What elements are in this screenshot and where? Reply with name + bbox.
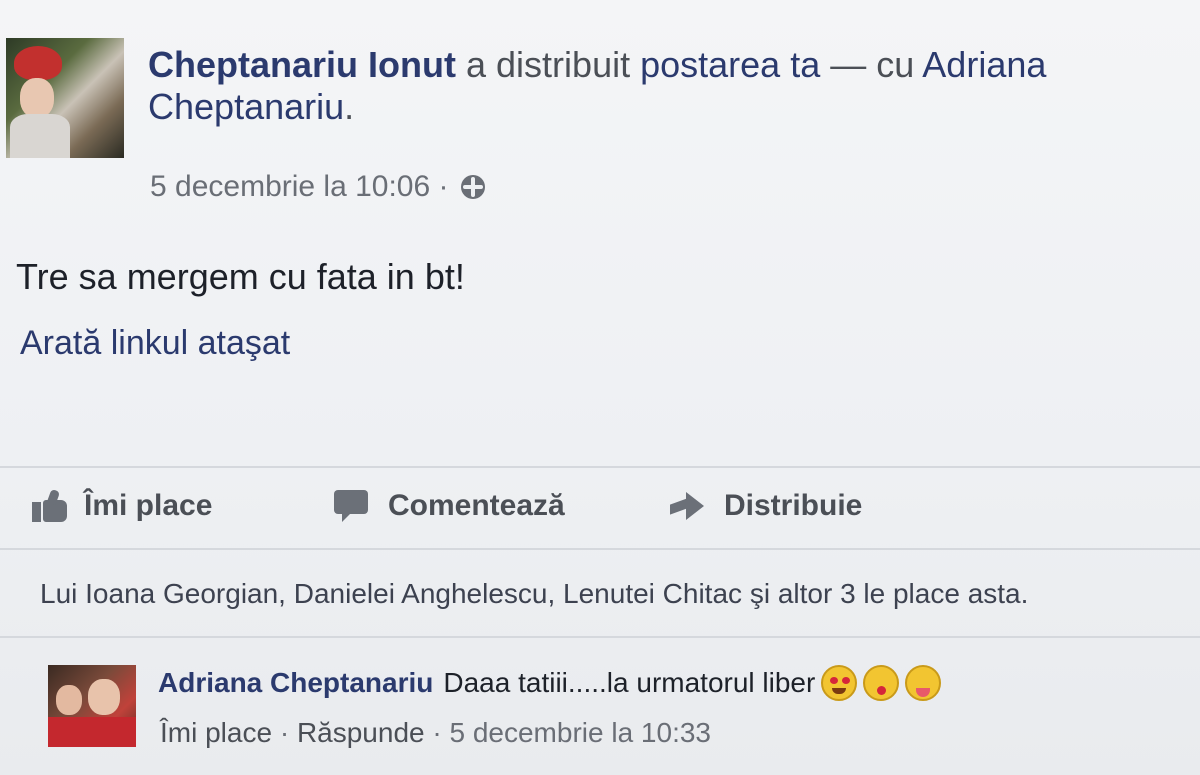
period: . — [344, 86, 355, 127]
post-timestamp[interactable]: 5 decembrie la 10:06 — [150, 170, 430, 203]
share-button[interactable]: Distribuie — [668, 489, 862, 523]
action-text: a distribuit — [466, 44, 631, 85]
divider — [0, 548, 1200, 550]
comment-meta: Îmi place · Răspunde · 5 decembrie la 10… — [160, 717, 711, 749]
post-meta: 5 decembrie la 10:06 · — [150, 170, 485, 204]
comment-item: Adriana Cheptanariu Daaa tatiii.....la u… — [0, 645, 1200, 775]
commenter-avatar[interactable] — [48, 665, 136, 747]
comment-button[interactable]: Comentează — [334, 489, 565, 523]
post-header-text: Cheptanariu Ionut a distribuit postarea … — [148, 44, 1178, 128]
with-text: — cu — [830, 44, 915, 85]
action-bar: Îmi place Comentează Distribuie — [0, 475, 1200, 545]
author-name-link[interactable]: Cheptanariu Ionut — [148, 44, 456, 85]
meta-separator: · — [438, 170, 449, 203]
likes-summary[interactable]: Lui Ioana Georgian, Danielei Anghelescu,… — [40, 578, 1028, 610]
comment-bubble-icon — [334, 490, 370, 522]
divider — [0, 466, 1200, 468]
like-button-label: Îmi place — [84, 489, 213, 522]
share-arrow-icon — [668, 490, 706, 522]
wink-tongue-emoji-icon — [905, 665, 942, 701]
shared-post-link[interactable]: postarea ta — [640, 44, 820, 85]
share-button-label: Distribuie — [724, 489, 863, 522]
like-button[interactable]: Îmi place — [32, 488, 213, 523]
globe-icon[interactable] — [460, 175, 485, 199]
comment-like-link[interactable]: Îmi place — [160, 717, 272, 748]
meta-separator: · — [432, 717, 442, 748]
post-message: Tre sa mergem cu fata in bt! — [16, 256, 465, 297]
commenter-name-link[interactable]: Adriana Cheptanariu — [158, 667, 433, 699]
post-card: Cheptanariu Ionut a distribuit postarea … — [0, 0, 1200, 775]
show-attached-link[interactable]: Arată linkul ataşat — [20, 324, 290, 363]
heart-eyes-emoji-icon — [821, 665, 858, 701]
meta-separator: · — [279, 717, 290, 748]
comment-button-label: Comentează — [388, 489, 565, 522]
thumbs-up-icon — [32, 488, 68, 522]
comment-timestamp[interactable]: 5 decembrie la 10:33 — [449, 717, 711, 748]
author-avatar[interactable] — [6, 38, 124, 158]
divider — [0, 636, 1200, 638]
comment-text: Daaa tatiii.....la urmatorul liber — [443, 667, 816, 698]
comment-body: Adriana Cheptanariu Daaa tatiii.....la u… — [158, 665, 942, 701]
comment-reply-link[interactable]: Răspunde — [297, 717, 425, 748]
kiss-emoji-icon — [863, 665, 900, 701]
